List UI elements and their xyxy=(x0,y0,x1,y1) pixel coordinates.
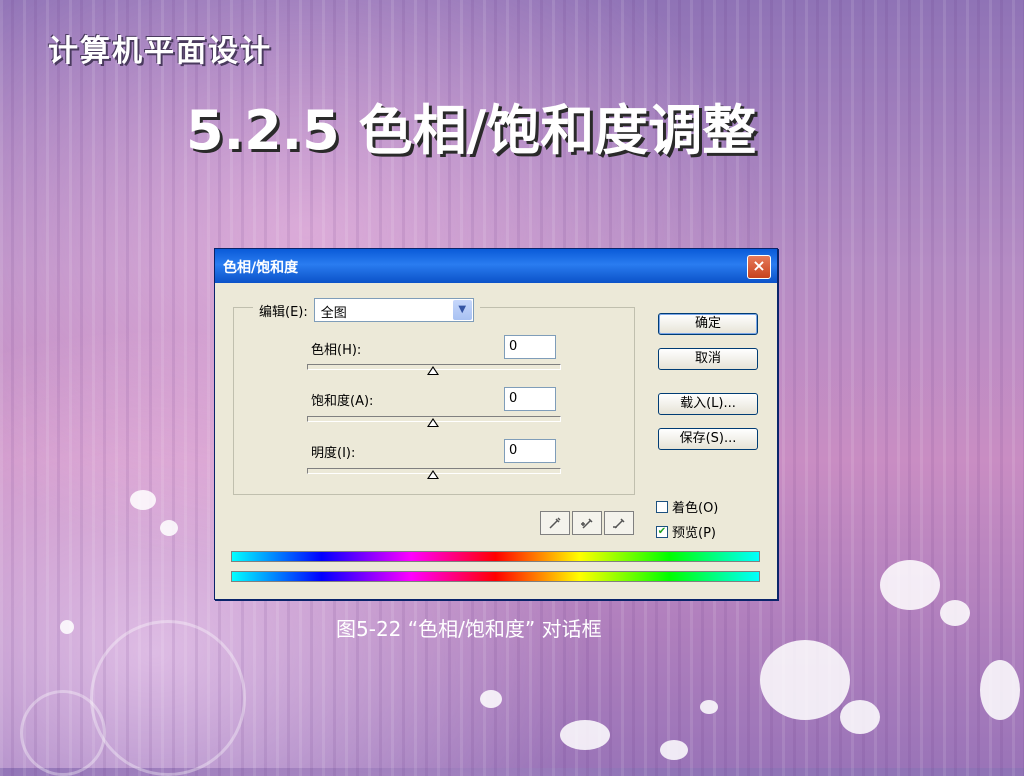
decorative-ring xyxy=(20,690,106,776)
lightness-input[interactable]: 0 xyxy=(504,439,556,463)
hue-label: 色相(H): xyxy=(311,343,362,358)
ok-button[interactable]: 确定 xyxy=(658,313,758,335)
spectrum-bar-input xyxy=(231,551,760,562)
colorize-checkbox-box[interactable] xyxy=(656,500,668,513)
decorative-splash xyxy=(880,560,940,610)
brand-title: 计算机平面设计 xyxy=(48,34,272,69)
edit-label: 编辑(E): xyxy=(259,304,308,320)
decorative-splash xyxy=(940,600,970,626)
hue-saturation-dialog: 色相/饱和度 × 编辑(E): 全图 ▼ 色相(H): 0 饱和度(A): 0 … xyxy=(214,248,778,600)
decorative-splash xyxy=(760,640,850,720)
colorize-checkbox[interactable]: 着色(O) xyxy=(656,497,718,516)
adjustment-group xyxy=(233,307,635,495)
chevron-down-icon[interactable]: ▼ xyxy=(452,300,472,320)
preview-checkbox[interactable]: ✔ 预览(P) xyxy=(656,522,716,541)
decorative-ring xyxy=(90,620,246,776)
lightness-slider-thumb[interactable] xyxy=(427,470,439,479)
hue-slider-thumb[interactable] xyxy=(427,366,439,375)
decorative-splash xyxy=(130,490,156,510)
dialog-titlebar[interactable]: 色相/饱和度 × xyxy=(215,249,777,283)
eyedropper-plus-icon[interactable] xyxy=(572,511,602,535)
decorative-splash xyxy=(60,620,74,634)
dialog-title: 色相/饱和度 xyxy=(223,260,299,276)
eyedropper-minus-icon[interactable] xyxy=(604,511,634,535)
decorative-splash xyxy=(980,660,1020,720)
figure-caption: 图5-22 “色相/饱和度” 对话框 xyxy=(336,617,602,641)
save-button[interactable]: 保存(S)... xyxy=(658,428,758,450)
preview-label: 预览(P) xyxy=(672,526,716,541)
edit-row: 编辑(E): 全图 ▼ xyxy=(253,297,480,323)
spectrum-bar-output xyxy=(231,571,760,582)
edit-dropdown[interactable]: 全图 ▼ xyxy=(313,298,474,322)
colorize-label: 着色(O) xyxy=(672,501,719,516)
saturation-slider-thumb[interactable] xyxy=(427,418,439,427)
saturation-label: 饱和度(A): xyxy=(311,394,374,409)
edit-dropdown-value: 全图 xyxy=(320,306,347,321)
decorative-splash xyxy=(560,720,610,750)
load-button[interactable]: 载入(L)... xyxy=(658,393,758,415)
eyedropper-group xyxy=(540,511,636,537)
preview-checkbox-box[interactable]: ✔ xyxy=(656,525,668,538)
lightness-label: 明度(I): xyxy=(311,446,356,461)
hue-input[interactable]: 0 xyxy=(504,335,556,359)
cancel-button[interactable]: 取消 xyxy=(658,348,758,370)
decorative-splash xyxy=(660,740,688,760)
eyedropper-icon[interactable] xyxy=(540,511,570,535)
decorative-splash xyxy=(840,700,880,734)
slide-title: 5.2.5 色相/饱和度调整 xyxy=(186,99,757,162)
decorative-splash xyxy=(160,520,178,536)
saturation-input[interactable]: 0 xyxy=(504,387,556,411)
decorative-splash xyxy=(700,700,718,714)
close-button[interactable]: × xyxy=(747,255,771,279)
decorative-splash xyxy=(480,690,502,708)
